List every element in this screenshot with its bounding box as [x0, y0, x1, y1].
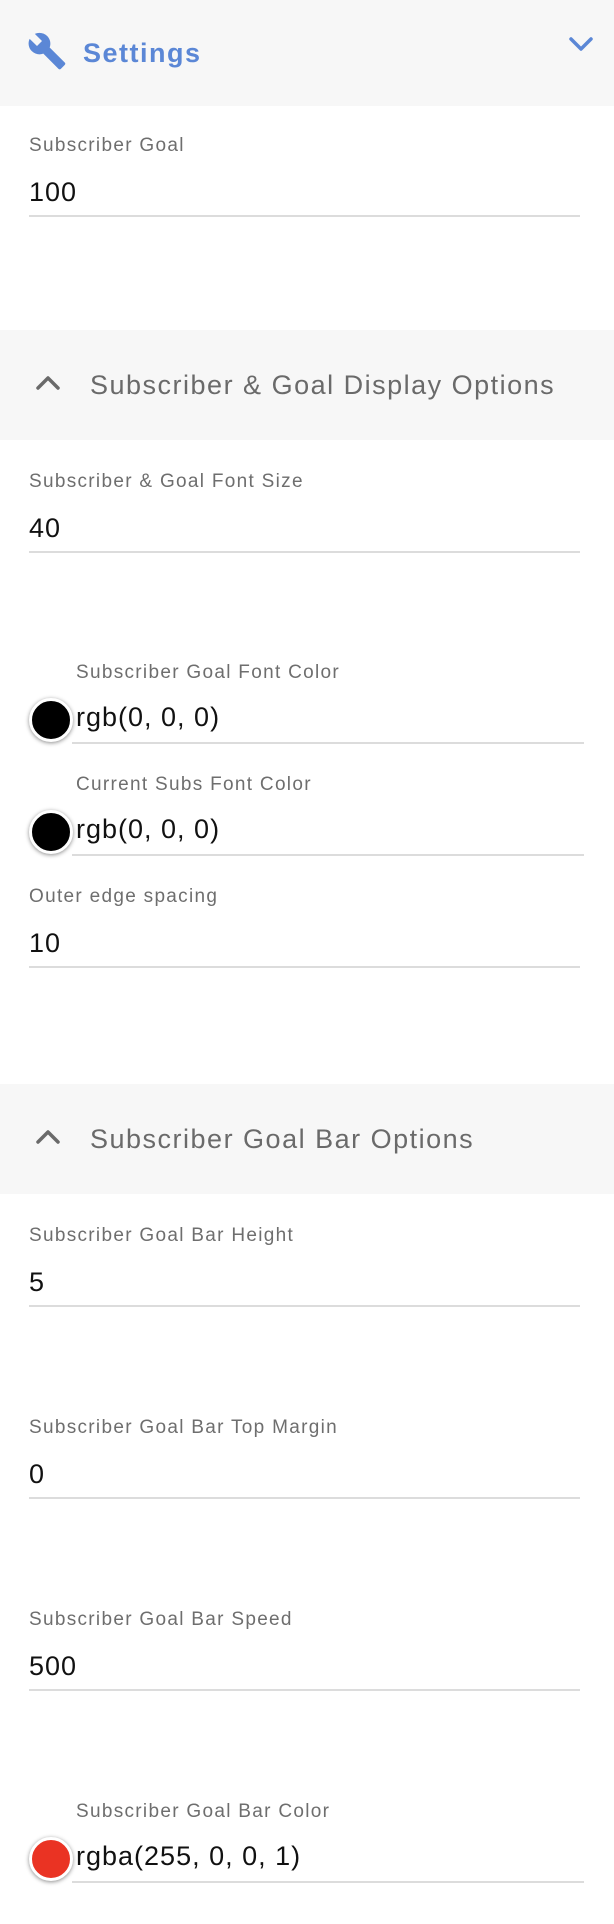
wrench-icon [0, 31, 67, 76]
input-underline [72, 742, 584, 744]
bar-color-input[interactable]: rgba(255, 0, 0, 1) [76, 1839, 301, 1873]
bar-speed-input[interactable]: 500 [29, 1649, 580, 1683]
bar-top-margin-field[interactable]: Subscriber Goal Bar Top Margin 0 [29, 1416, 580, 1499]
field-label: Subscriber & Goal Font Size [29, 471, 304, 492]
input-underline [72, 854, 584, 856]
display-options-header[interactable]: Subscriber & Goal Display Options [0, 330, 614, 440]
chevron-up-icon[interactable] [0, 372, 62, 399]
input-underline [29, 551, 580, 553]
input-underline [29, 1689, 580, 1691]
settings-title: Settings [83, 37, 202, 68]
bar-color-field[interactable]: Subscriber Goal Bar Color rgba(255, 0, 0… [29, 1800, 584, 1900]
bar-options-header[interactable]: Subscriber Goal Bar Options [0, 1084, 614, 1194]
input-underline [29, 966, 580, 968]
color-swatch[interactable] [29, 810, 73, 854]
subscriber-goal-field[interactable]: Subscriber Goal 100 [29, 134, 580, 217]
outer-edge-spacing-input[interactable]: 10 [29, 926, 580, 960]
color-swatch[interactable] [29, 1837, 73, 1881]
chevron-up-icon[interactable] [0, 1126, 62, 1153]
font-size-field[interactable]: Subscriber & Goal Font Size 40 [29, 470, 580, 553]
display-options-title: Subscriber & Goal Display Options [90, 369, 556, 400]
field-label: Subscriber Goal Bar Speed [29, 1609, 293, 1630]
bar-height-field[interactable]: Subscriber Goal Bar Height 5 [29, 1224, 580, 1307]
font-size-input[interactable]: 40 [29, 511, 580, 545]
goal-font-color-input[interactable]: rgb(0, 0, 0) [76, 700, 220, 734]
settings-panel: Settings Subscriber Goal 100 Subscriber … [0, 0, 614, 1924]
outer-edge-spacing-field[interactable]: Outer edge spacing 10 [29, 885, 580, 968]
goal-font-color-field[interactable]: Subscriber Goal Font Color rgb(0, 0, 0) [29, 661, 584, 761]
bar-speed-field[interactable]: Subscriber Goal Bar Speed 500 [29, 1608, 580, 1691]
field-label: Subscriber Goal Font Color [76, 662, 341, 683]
subscriber-goal-input[interactable]: 100 [29, 175, 580, 209]
field-label: Subscriber Goal [29, 135, 185, 156]
bar-options-title: Subscriber Goal Bar Options [90, 1123, 475, 1154]
field-label: Subscriber Goal Bar Height [29, 1225, 295, 1246]
field-label: Subscriber Goal Bar Top Margin [29, 1417, 338, 1438]
field-label: Outer edge spacing [29, 886, 219, 907]
input-underline [29, 1497, 580, 1499]
bar-top-margin-input[interactable]: 0 [29, 1457, 580, 1491]
field-label: Current Subs Font Color [76, 774, 312, 795]
input-underline [29, 1305, 580, 1307]
input-underline [72, 1881, 584, 1883]
color-swatch[interactable] [29, 698, 73, 742]
current-subs-font-color-input[interactable]: rgb(0, 0, 0) [76, 812, 220, 846]
input-underline [29, 215, 580, 217]
settings-header[interactable]: Settings [0, 0, 614, 106]
current-subs-font-color-field[interactable]: Current Subs Font Color rgb(0, 0, 0) [29, 773, 584, 873]
field-label: Subscriber Goal Bar Color [76, 1801, 331, 1822]
bar-height-input[interactable]: 5 [29, 1265, 580, 1299]
